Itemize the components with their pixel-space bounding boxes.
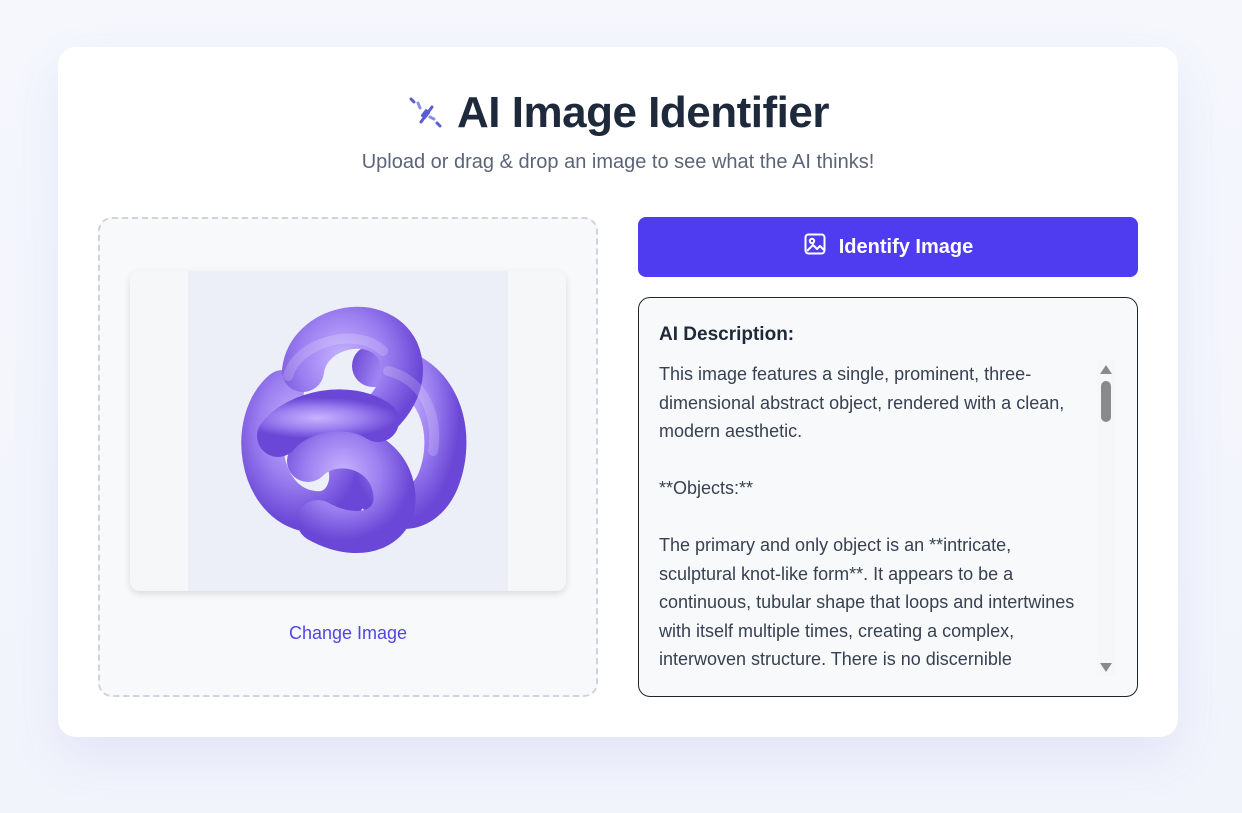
scroll-thumb[interactable]	[1101, 381, 1111, 422]
page-subtitle: Upload or drag & drop an image to see wh…	[361, 151, 875, 173]
image-dropzone[interactable]: Change Image	[98, 217, 598, 697]
header: AI Image Identifier Upload or drag & dro…	[58, 85, 1178, 174]
page-title: AI Image Identifier	[457, 88, 829, 137]
ai-description-heading: AI Description:	[659, 324, 795, 345]
ai-description-panel: AI Description: This image features a si…	[638, 297, 1138, 697]
scroll-down-arrow-icon[interactable]	[1100, 663, 1112, 672]
identify-image-button[interactable]: Identify Image	[638, 217, 1138, 277]
description-scrollbar[interactable]	[1097, 360, 1115, 676]
change-image-link[interactable]: Change Image	[100, 623, 596, 644]
purple-knot-image	[188, 271, 508, 591]
main-card: AI Image Identifier Upload or drag & dro…	[58, 47, 1178, 737]
image-preview-frame	[130, 271, 566, 591]
title-row: AI Image Identifier	[58, 85, 1178, 141]
scroll-up-arrow-icon[interactable]	[1100, 365, 1112, 374]
image-icon	[803, 232, 827, 262]
ai-description-text: This image features a single, prominent,…	[659, 364, 1075, 669]
identify-image-label: Identify Image	[838, 235, 974, 258]
magic-wand-icon	[407, 95, 443, 131]
